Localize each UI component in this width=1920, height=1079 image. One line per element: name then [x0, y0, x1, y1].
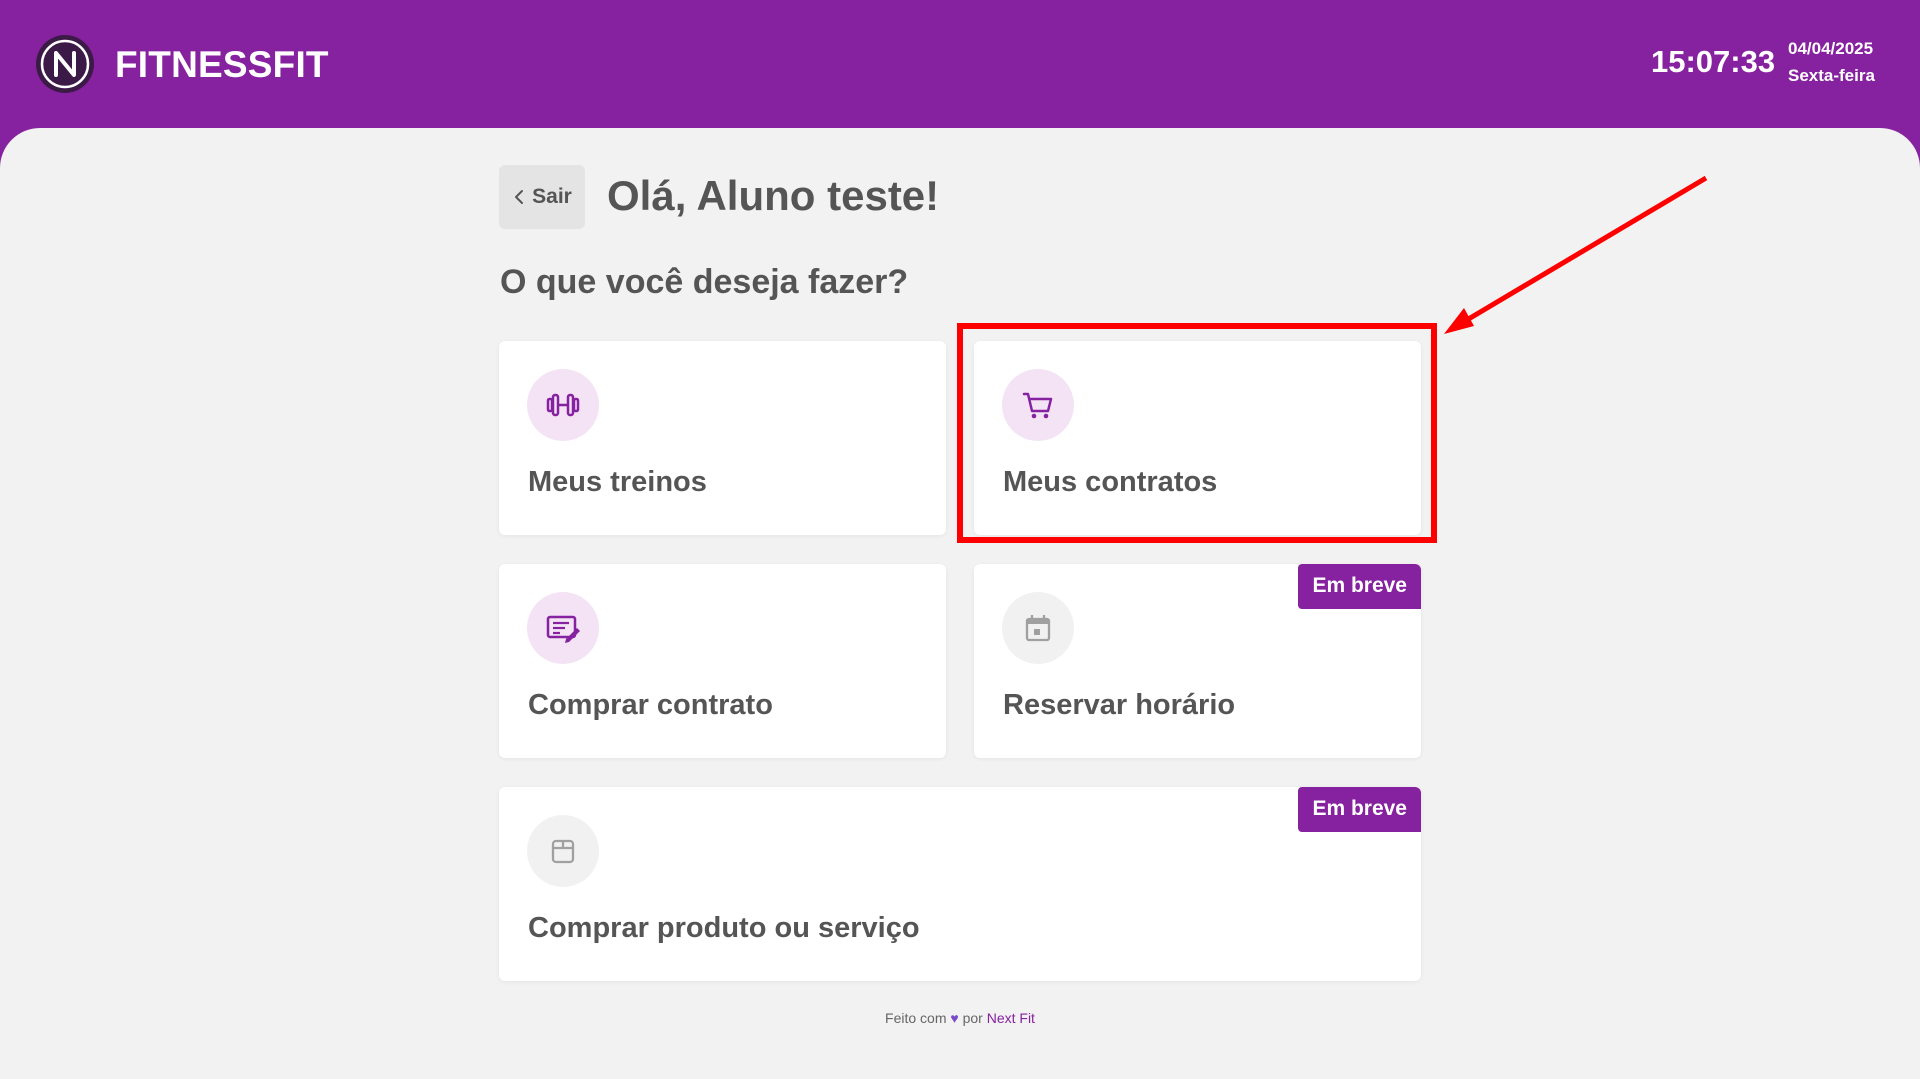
card-reservar-horario[interactable]: Reservar horário Em breve	[974, 564, 1421, 758]
app-logo	[36, 35, 94, 93]
footer-middle: por	[962, 1010, 983, 1026]
footer-prefix: Feito com	[885, 1010, 947, 1026]
card-meus-contratos[interactable]: Meus contratos	[974, 341, 1421, 535]
annotation-arrow-icon	[1444, 175, 1708, 334]
card-icon-wrap	[527, 592, 599, 664]
question-heading: O que você deseja fazer?	[500, 263, 909, 301]
chevron-left-icon	[515, 190, 524, 204]
shopping-cart-icon	[1022, 392, 1053, 419]
footer: Feito com ♥ por Next Fit	[0, 1010, 1920, 1026]
footer-brand-link[interactable]: Next Fit	[987, 1010, 1035, 1026]
card-icon-wrap	[1002, 369, 1074, 441]
current-time: 15:07:33	[1651, 44, 1776, 79]
coming-soon-badge: Em breve	[1298, 564, 1421, 609]
card-title: Reservar horário	[1003, 689, 1236, 721]
greeting-title: Olá, Aluno teste!	[607, 172, 940, 219]
card-title: Comprar produto ou serviço	[528, 912, 920, 944]
card-icon-wrap	[1002, 592, 1074, 664]
back-button-label: Sair	[532, 185, 572, 208]
card-title: Meus treinos	[528, 466, 707, 498]
card-title: Comprar contrato	[528, 689, 773, 721]
back-button[interactable]: Sair	[499, 165, 585, 229]
contract-edit-icon	[546, 615, 580, 643]
calendar-icon	[1025, 615, 1051, 642]
card-comprar-contrato[interactable]: Comprar contrato	[499, 564, 946, 758]
logo-n-icon	[40, 39, 90, 89]
current-date: 04/04/2025	[1788, 39, 1874, 58]
heart-icon: ♥	[950, 1010, 959, 1026]
app-header: FITNESSFIT 15:07:33 04/04/2025 Sexta-fei…	[0, 0, 1920, 128]
coming-soon-badge: Em breve	[1298, 787, 1421, 832]
brand-name: FITNESSFIT	[115, 44, 329, 85]
card-icon-wrap	[527, 815, 599, 887]
current-weekday: Sexta-feira	[1788, 66, 1875, 85]
card-icon-wrap	[527, 369, 599, 441]
card-title: Meus contratos	[1003, 466, 1218, 498]
box-icon	[551, 839, 575, 864]
card-comprar-produto-servico[interactable]: Comprar produto ou serviço Em breve	[499, 787, 1421, 981]
dumbbell-icon	[546, 393, 580, 417]
card-meus-treinos[interactable]: Meus treinos	[499, 341, 946, 535]
